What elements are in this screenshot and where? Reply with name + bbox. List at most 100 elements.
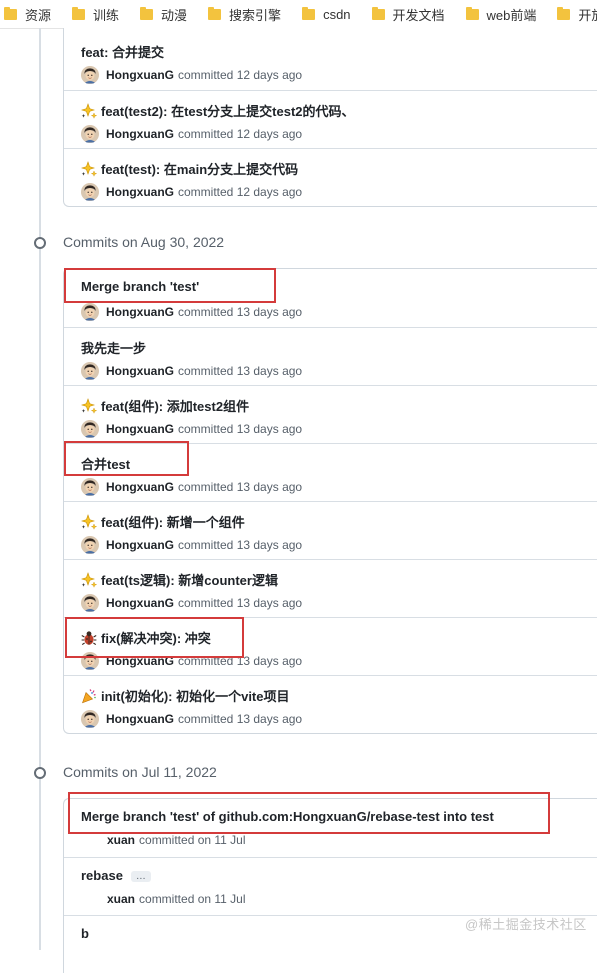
sparkles-icon <box>81 161 97 177</box>
commit-group-0: feat: 合并提交 HongxuanG committed 12 days ago… <box>63 28 597 207</box>
commit-row[interactable]: fix(解决冲突): 冲突 HongxuanG committed 13 days … <box>64 617 597 675</box>
commit-row[interactable]: Merge branch 'test' HongxuanG committed 13… <box>64 269 597 327</box>
commit-time: 13 days ago <box>236 422 303 436</box>
commit-title-text[interactable]: Merge branch 'test' <box>81 279 199 294</box>
commit-row[interactable]: rebase … xuan committed on 11 Jul <box>64 857 597 915</box>
commit-title[interactable]: 我先走一步 <box>81 338 146 357</box>
sparkles-icon <box>81 514 97 530</box>
commit-row[interactable]: feat(组件): 新增一个组件 HongxuanG committed 13 da… <box>64 501 597 559</box>
commit-title-text[interactable]: feat(test): 在main分支上提交代码 <box>101 162 298 177</box>
commit-author[interactable]: HongxuanG <box>106 538 174 552</box>
commit-action: committed <box>178 654 234 668</box>
commit-author[interactable]: HongxuanG <box>106 305 174 319</box>
bug-icon <box>81 631 97 646</box>
commit-time: 12 days ago <box>236 185 303 199</box>
commit-title[interactable]: init(初始化): 初始化一个vite项目 <box>81 686 290 705</box>
commit-title[interactable]: rebase … <box>81 868 151 883</box>
commit-title-text[interactable]: b <box>81 926 89 941</box>
commit-time: 13 days ago <box>236 538 303 552</box>
commit-row[interactable]: init(初始化): 初始化一个vite项目 HongxuanG committed… <box>64 675 597 733</box>
bookmark-folder-4[interactable]: csdn <box>302 7 351 22</box>
commit-action: committed on <box>139 892 212 906</box>
commit-meta: HongxuanG committed 13 days ago <box>81 478 302 496</box>
avatar[interactable] <box>81 183 99 201</box>
commit-title[interactable]: Merge branch 'test' <box>81 279 199 294</box>
avatar[interactable] <box>81 710 99 728</box>
commit-title-text[interactable]: feat(ts逻辑): 新增counter逻辑 <box>101 573 278 588</box>
bookmark-folder-7[interactable]: 开放api <box>557 5 597 24</box>
commit-author[interactable]: HongxuanG <box>106 68 174 82</box>
commit-title[interactable]: feat(ts逻辑): 新增counter逻辑 <box>81 570 278 589</box>
commit-title-text[interactable]: rebase <box>81 868 123 883</box>
commit-title[interactable]: feat(组件): 新增一个组件 <box>81 512 245 531</box>
bookmark-folder-6[interactable]: web前端 <box>465 5 536 24</box>
commit-meta: HongxuanG committed 13 days ago <box>81 420 302 438</box>
commit-title-text[interactable]: 我先走一步 <box>81 341 146 356</box>
avatar[interactable] <box>81 652 99 670</box>
avatar[interactable] <box>81 420 99 438</box>
avatar[interactable] <box>81 362 99 380</box>
commit-row[interactable]: feat(组件): 添加test2组件 HongxuanG committed 13… <box>64 385 597 443</box>
commit-title[interactable]: b <box>81 926 89 941</box>
bookmark-folder-1[interactable]: 训练 <box>72 5 119 24</box>
avatar[interactable] <box>81 303 99 321</box>
commit-meta: HongxuanG committed 12 days ago <box>81 183 302 201</box>
bookmark-folder-2[interactable]: 动漫 <box>140 5 187 24</box>
commit-author[interactable]: HongxuanG <box>106 654 174 668</box>
commit-row[interactable]: feat: 合并提交 HongxuanG committed 12 days ago <box>64 28 597 90</box>
commit-action: committed <box>178 305 234 319</box>
folder-icon <box>302 7 316 20</box>
commit-title-text[interactable]: 合并test <box>81 457 130 472</box>
bookmark-folder-5[interactable]: 开发文档 <box>371 5 445 24</box>
commit-title-text[interactable]: feat(组件): 添加test2组件 <box>101 399 249 414</box>
commit-title[interactable]: fix(解决冲突): 冲突 <box>81 628 211 647</box>
commit-title[interactable]: feat(test): 在main分支上提交代码 <box>81 159 298 178</box>
commit-group-heading: Commits on Aug 30, 2022 <box>63 234 225 250</box>
commit-title-text[interactable]: feat(组件): 新增一个组件 <box>101 515 245 530</box>
folder-icon <box>371 7 385 20</box>
commit-row[interactable]: Merge branch 'test' of github.com:Hongxu… <box>64 799 597 857</box>
bookmark-folder-0[interactable]: 资源 <box>4 5 51 24</box>
commit-title-text[interactable]: feat(test2): 在test分支上提交test2的代码、 <box>101 104 355 119</box>
commit-author[interactable]: HongxuanG <box>106 480 174 494</box>
commit-action: committed on <box>139 833 212 847</box>
commit-row[interactable]: feat(test2): 在test分支上提交test2的代码、 Hongxuan… <box>64 90 597 148</box>
commit-author[interactable]: xuan <box>107 833 135 847</box>
commit-author[interactable]: HongxuanG <box>106 127 174 141</box>
avatar[interactable] <box>81 478 99 496</box>
commit-title[interactable]: feat(组件): 添加test2组件 <box>81 396 249 415</box>
commit-title[interactable]: feat(test2): 在test分支上提交test2的代码、 <box>81 101 355 120</box>
commit-author[interactable]: HongxuanG <box>106 596 174 610</box>
commit-time: 11 Jul <box>214 892 246 906</box>
avatar[interactable] <box>81 66 99 84</box>
commit-author[interactable]: HongxuanG <box>106 364 174 378</box>
commit-author[interactable]: HongxuanG <box>106 712 174 726</box>
expand-message-button[interactable]: … <box>130 871 151 882</box>
avatar[interactable] <box>81 536 99 554</box>
commit-title-text[interactable]: feat: 合并提交 <box>81 45 164 60</box>
commit-title[interactable]: Merge branch 'test' of github.com:Hongxu… <box>81 809 494 824</box>
commit-row[interactable]: 我先走一步 HongxuanG committed 13 days ago <box>64 327 597 385</box>
commit-meta: HongxuanG committed 13 days ago <box>81 652 302 670</box>
sparkles-icon <box>81 398 97 414</box>
commit-row[interactable]: feat(ts逻辑): 新增counter逻辑 HongxuanG committe… <box>64 559 597 617</box>
commit-row[interactable]: feat(test): 在main分支上提交代码 HongxuanG committ… <box>64 148 597 206</box>
commit-title[interactable]: feat: 合并提交 <box>81 42 164 61</box>
commit-title-text[interactable]: init(初始化): 初始化一个vite项目 <box>101 689 290 704</box>
commit-author[interactable]: HongxuanG <box>106 422 174 436</box>
avatar[interactable] <box>81 125 99 143</box>
commit-title-text[interactable]: fix(解决冲突): 冲突 <box>101 631 211 646</box>
commit-action: committed <box>178 185 234 199</box>
commit-author[interactable]: HongxuanG <box>106 185 174 199</box>
commit-action: committed <box>178 68 234 82</box>
commit-title[interactable]: 合并test <box>81 454 130 473</box>
commit-row[interactable]: 合并test HongxuanG committed 13 days ago <box>64 443 597 501</box>
commit-title-text[interactable]: Merge branch 'test' of github.com:Hongxu… <box>81 809 494 824</box>
commit-time: 13 days ago <box>236 364 303 378</box>
commit-time: 13 days ago <box>236 596 303 610</box>
commit-group-1: Merge branch 'test' HongxuanG committed 13… <box>63 268 597 734</box>
bookmark-folder-3[interactable]: 搜索引擎 <box>208 5 281 24</box>
commit-author[interactable]: xuan <box>107 892 135 906</box>
avatar[interactable] <box>81 594 99 612</box>
commit-meta: HongxuanG committed 12 days ago <box>81 125 302 143</box>
